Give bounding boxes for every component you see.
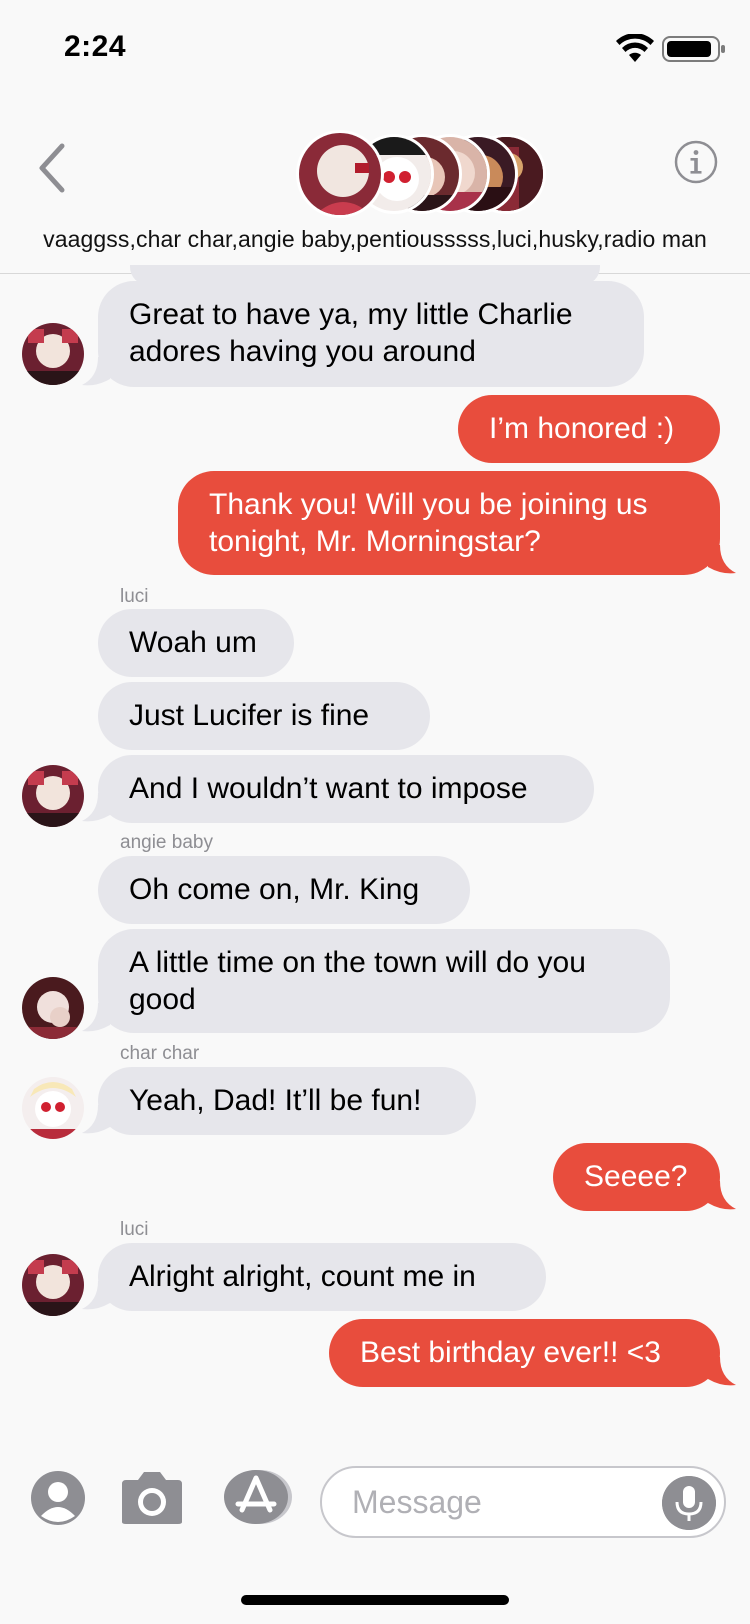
battery-icon xyxy=(662,36,725,62)
wifi-icon xyxy=(616,34,654,62)
info-circle-icon[interactable] xyxy=(674,140,718,184)
app-store-icon[interactable] xyxy=(222,1468,294,1526)
message-text: I’m honored :) xyxy=(489,412,675,445)
bubble-tail xyxy=(708,1181,736,1210)
message-text-line: Great to have ya, my little Charlie xyxy=(129,298,573,331)
message-text: Just Lucifer is fine xyxy=(129,699,370,732)
sender-avatar[interactable] xyxy=(22,977,84,1039)
incoming-message-bubble[interactable]: And I wouldn’t want to impose xyxy=(98,755,594,823)
message-text-line: tonight, Mr. Morningstar? xyxy=(209,525,541,558)
outgoing-message-bubble[interactable]: I’m honored :) xyxy=(458,395,720,463)
group-avatar xyxy=(296,130,384,218)
incoming-message-bubble[interactable]: Alright alright, count me in xyxy=(98,1243,546,1311)
message-text: And I wouldn’t want to impose xyxy=(129,772,528,805)
chevron-left-icon[interactable] xyxy=(34,138,74,198)
incoming-message-bubble[interactable]: Oh come on, Mr. King xyxy=(98,856,470,924)
group-avatar-stack[interactable] xyxy=(296,130,546,218)
incoming-message-bubble[interactable]: Great to have ya, my little Charlie ador… xyxy=(98,281,644,387)
conversation-header: vaaggss,char char,angie baby,pentioussss… xyxy=(0,120,750,274)
incoming-message-bubble[interactable]: Woah um xyxy=(98,609,294,677)
message-text: Yeah, Dad! It’ll be fun! xyxy=(129,1084,422,1117)
status-time: 2:24 xyxy=(64,30,127,63)
contact-icon[interactable] xyxy=(30,1470,86,1526)
message-text: Best birthday ever!! <3 xyxy=(360,1336,661,1369)
sender-name: luci xyxy=(120,1219,149,1240)
message-text: Oh come on, Mr. King xyxy=(129,873,420,906)
message-text: Alright alright, count me in xyxy=(129,1260,476,1293)
outgoing-message-bubble[interactable]: Best birthday ever!! <3 xyxy=(329,1319,720,1387)
group-member-names[interactable]: vaaggss,char char,angie baby,pentioussss… xyxy=(0,226,750,253)
status-bar: 2:24 xyxy=(0,0,750,100)
sender-avatar[interactable] xyxy=(22,1077,84,1139)
sender-avatar[interactable] xyxy=(22,765,84,827)
incoming-message-bubble[interactable]: Just Lucifer is fine xyxy=(98,682,430,750)
message-list[interactable]: Great to have ya, my little Charlie ador… xyxy=(0,265,750,1445)
message-text: Woah um xyxy=(129,626,257,659)
incoming-message-bubble[interactable]: Yeah, Dad! It’ll be fun! xyxy=(98,1067,476,1135)
sender-name: angie baby xyxy=(120,832,213,853)
camera-icon[interactable] xyxy=(118,1470,186,1526)
message-text-line: Thank you! Will you be joining us xyxy=(209,488,648,521)
bubble-tail xyxy=(708,545,736,574)
bubble-tail xyxy=(82,793,110,822)
bubble-tail xyxy=(708,1357,736,1386)
bubble-tail xyxy=(82,1281,110,1310)
message-text-line: A little time on the town will do you xyxy=(129,946,586,979)
message-input[interactable]: Message xyxy=(320,1466,726,1538)
input-bar: Message xyxy=(0,1460,750,1560)
message-placeholder: Message xyxy=(352,1484,482,1520)
message-text-line: good xyxy=(129,983,196,1016)
incoming-message-bubble[interactable]: A little time on the town will do you go… xyxy=(98,929,670,1033)
bubble-tail xyxy=(82,1003,110,1032)
microphone-icon[interactable] xyxy=(662,1476,716,1530)
message-text: Seeee? xyxy=(584,1160,688,1193)
outgoing-message-bubble[interactable]: Seeee? xyxy=(553,1143,720,1211)
sender-name: char char xyxy=(120,1043,200,1064)
message-text-line: adores having you around xyxy=(129,335,476,368)
sender-avatar[interactable] xyxy=(22,1254,84,1316)
sender-avatar[interactable] xyxy=(22,323,84,385)
bubble-tail xyxy=(82,357,110,386)
outgoing-message-bubble[interactable]: Thank you! Will you be joining us tonigh… xyxy=(178,471,720,575)
home-indicator[interactable] xyxy=(241,1595,509,1605)
sender-name: luci xyxy=(120,586,149,607)
bubble-tail xyxy=(82,1105,110,1134)
